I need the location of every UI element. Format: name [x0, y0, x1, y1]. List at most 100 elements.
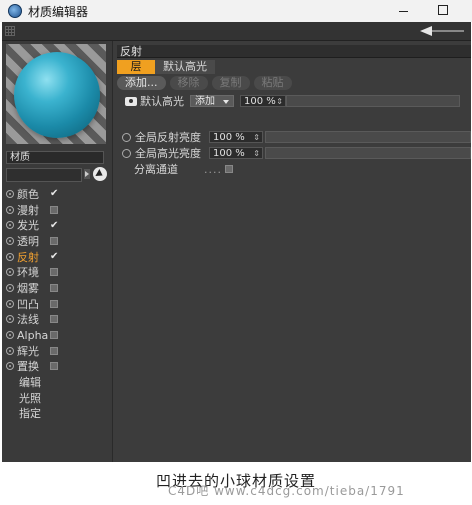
channel-radio[interactable]	[6, 346, 14, 355]
channel-checkbox[interactable]	[50, 362, 58, 371]
channel-label: Alpha	[17, 328, 49, 342]
editor-toolbar	[2, 22, 471, 41]
watermark-text: C4D吧 www.c4dcg.com/tieba/1791	[168, 484, 405, 498]
channel-radio[interactable]	[6, 236, 14, 245]
channel-diffusion[interactable]: 漫射	[2, 202, 112, 218]
property-label: 分离通道	[134, 163, 178, 176]
channel-radio[interactable]	[6, 331, 14, 340]
material-link-field[interactable]	[6, 168, 82, 182]
channel-reflectance[interactable]: 反射 ✔	[2, 249, 112, 265]
remove-layer-button[interactable]: 移除	[169, 76, 208, 90]
channel-checkbox[interactable]	[50, 299, 58, 308]
material-preview-sphere	[14, 52, 100, 138]
channel-glow[interactable]: 辉光	[2, 343, 112, 359]
global-specular-row: 全局高光亮度 100 %	[117, 146, 471, 160]
channel-panel: 材质 颜色 ✔ 漫射 发光 ✔ 透明 反射 ✔ 环境 烟雾 凹凸 法线 Alph…	[2, 41, 113, 462]
property-label: 全局高光亮度	[135, 147, 201, 160]
channel-alpha[interactable]: Alpha	[2, 327, 112, 343]
channel-bump[interactable]: 凹凸	[2, 296, 112, 312]
global-specular-input[interactable]: 100 %	[209, 147, 263, 159]
expand-arrow-icon[interactable]	[84, 169, 90, 179]
nav-item-illumination[interactable]: 光照	[2, 390, 112, 406]
animate-radio[interactable]	[122, 148, 131, 158]
check-icon[interactable]: ✔	[50, 220, 59, 230]
channel-label: 发光	[17, 219, 39, 233]
channel-radio[interactable]	[6, 283, 14, 292]
material-picker-row	[6, 167, 108, 182]
channel-radio[interactable]	[6, 315, 14, 324]
channel-label: 环境	[17, 266, 39, 280]
specular-layer-row: 默认高光 添加 100 %	[117, 94, 471, 108]
global-reflection-row: 全局反射亮度 100 %	[117, 130, 471, 144]
separate-pass-checkbox[interactable]	[225, 165, 233, 173]
add-layer-button[interactable]: 添加...	[117, 76, 166, 90]
channel-radio[interactable]	[6, 221, 14, 230]
channel-label: 凹凸	[17, 297, 39, 311]
separate-pass-row: 分离通道 ....	[117, 162, 471, 176]
nav-item-editor[interactable]: 编辑	[2, 374, 112, 390]
channel-radio[interactable]	[6, 252, 14, 261]
check-icon[interactable]: ✔	[50, 189, 59, 199]
blend-mode-dropdown[interactable]: 添加	[190, 95, 234, 107]
nav-arrow-tail	[432, 30, 464, 32]
channel-label: 烟雾	[17, 281, 39, 295]
property-label: 全局反射亮度	[135, 131, 201, 144]
maximize-button[interactable]	[438, 5, 448, 15]
minimize-button[interactable]	[396, 4, 410, 18]
channel-checkbox[interactable]	[50, 331, 58, 340]
channel-list: 颜色 ✔ 漫射 发光 ✔ 透明 反射 ✔ 环境 烟雾 凹凸 法线 Alpha 辉…	[2, 186, 112, 421]
channel-label: 反射	[17, 250, 39, 264]
channel-displacement[interactable]: 置换	[2, 359, 112, 375]
channel-label: 辉光	[17, 344, 39, 358]
animate-radio[interactable]	[122, 132, 131, 142]
nav-item-assignment[interactable]: 指定	[2, 406, 112, 422]
cinema4d-app-icon	[8, 4, 22, 18]
channel-label: 法线	[17, 313, 39, 327]
section-title: 反射	[117, 45, 471, 58]
channel-color[interactable]: 颜色 ✔	[2, 186, 112, 202]
panel-grip-icon[interactable]	[5, 26, 15, 36]
channel-label: 漫射	[17, 203, 39, 217]
global-specular-slider[interactable]	[265, 147, 471, 159]
material-preview[interactable]	[6, 44, 106, 144]
channel-label: 颜色	[17, 187, 39, 201]
global-reflection-input[interactable]: 100 %	[209, 131, 263, 143]
channel-label: 置换	[17, 360, 39, 374]
tab-layers[interactable]: 层	[117, 60, 155, 74]
channel-checkbox[interactable]	[50, 283, 58, 292]
window-title: 材质编辑器	[28, 4, 89, 19]
tab-default-specular[interactable]: 默认高光	[155, 60, 215, 74]
channel-radio[interactable]	[6, 299, 14, 308]
pick-cursor-icon[interactable]	[93, 167, 107, 181]
layer-visibility-icon[interactable]	[125, 96, 137, 106]
global-reflection-slider[interactable]	[265, 131, 471, 143]
channel-radio[interactable]	[6, 189, 14, 198]
channel-checkbox[interactable]	[50, 268, 58, 277]
channel-radio[interactable]	[6, 268, 14, 277]
channel-fog[interactable]: 烟雾	[2, 280, 112, 296]
check-icon[interactable]: ✔	[50, 252, 59, 262]
channel-checkbox[interactable]	[50, 346, 58, 355]
channel-checkbox[interactable]	[50, 205, 58, 214]
label-dots: ....	[204, 162, 222, 176]
paste-layer-button[interactable]: 粘贴	[253, 76, 292, 90]
channel-luminance[interactable]: 发光 ✔	[2, 217, 112, 233]
layer-opacity-slider[interactable]	[286, 95, 460, 107]
channel-transparency[interactable]: 透明	[2, 233, 112, 249]
channel-label: 透明	[17, 234, 39, 248]
channel-radio[interactable]	[6, 205, 14, 214]
material-editor: 材质 颜色 ✔ 漫射 发光 ✔ 透明 反射 ✔ 环境 烟雾 凹凸 法线 Alph…	[2, 22, 471, 462]
reflectance-panel: 反射 层 默认高光 添加... 移除 复制 粘贴 默认高光 添加 100 % 全…	[113, 41, 471, 462]
layer-buttons: 添加... 移除 复制 粘贴	[117, 76, 292, 90]
layer-opacity-input[interactable]: 100 %	[240, 95, 286, 107]
window-titlebar: 材质编辑器	[0, 0, 472, 22]
channel-checkbox[interactable]	[50, 236, 58, 245]
channel-normal[interactable]: 法线	[2, 312, 112, 328]
material-name-field[interactable]: 材质	[6, 151, 104, 164]
layer-tabs: 层 默认高光	[117, 60, 215, 74]
copy-layer-button[interactable]: 复制	[211, 76, 250, 90]
channel-radio[interactable]	[6, 362, 14, 371]
channel-checkbox[interactable]	[50, 315, 58, 324]
channel-environment[interactable]: 环境	[2, 264, 112, 280]
back-arrow-icon[interactable]	[420, 26, 432, 36]
